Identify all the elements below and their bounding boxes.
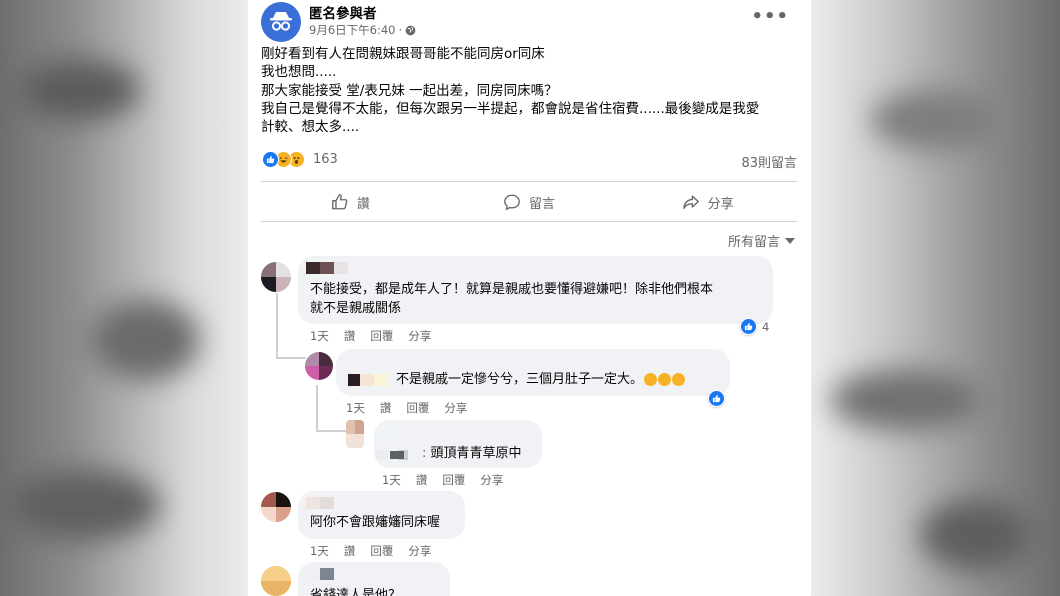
thumbs-up-icon: [331, 194, 348, 210]
comment-bubble: 不能接受，都是成年人了！就算是親戚也要懂得避嫌吧！除非他們根本 就不是親戚關係: [298, 256, 773, 324]
comment-reply-link[interactable]: 回覆: [442, 472, 465, 488]
comment-time[interactable]: 1天: [382, 472, 401, 488]
post-text-line: 那大家能接受 堂/表兄妹 一起出差，同房同床嗎？: [261, 82, 558, 99]
post-text-line: 我自己是覺得不太能，但每次跟另一半提起，都會說是省住宿費......最後變成是我…: [261, 100, 760, 117]
comment-like-count: 4: [762, 319, 770, 334]
comment-like-badge[interactable]: 4: [740, 318, 769, 335]
comment-like-link[interactable]: 讚: [344, 328, 356, 344]
comment-reply-link[interactable]: 回覆: [370, 328, 393, 344]
thread-line: [276, 293, 278, 358]
comment-share-link[interactable]: 分享: [408, 328, 431, 344]
comment-reply-link[interactable]: 回覆: [406, 400, 429, 416]
rolling-laugh-emoji-icon: [658, 373, 672, 386]
redacted-name-block: [390, 451, 404, 459]
comment-like-link[interactable]: 讚: [344, 543, 356, 559]
thread-line: [276, 357, 306, 359]
redacted-name-block: [320, 262, 334, 274]
like-label: 讚: [356, 196, 370, 212]
facebook-post: 匿名參與者 9月6日下午6:40 · ••• 剛好看到有人在問親妹跟哥哥能不能同…: [248, 0, 811, 596]
like-icon: [262, 151, 279, 168]
comment-bubble: 阿你不會跟嬸嬸同床喔: [298, 491, 465, 539]
globe-icon: [405, 25, 416, 35]
comment-like-badge[interactable]: [708, 390, 725, 407]
comment-sort-dropdown[interactable]: 所有留言: [728, 231, 795, 250]
comment-actions: 1天 讚 回覆 分享: [346, 400, 467, 416]
comment-count[interactable]: 83則留言: [741, 152, 797, 171]
caret-down-icon: [785, 237, 795, 244]
comment-time[interactable]: 1天: [310, 543, 329, 559]
comment-share-link[interactable]: 分享: [480, 472, 503, 488]
redacted-name-block: [320, 568, 334, 580]
comment-actions: 1天 讚 回覆 分享: [310, 328, 431, 344]
comment-bubble: 省錢達人是他？: [298, 562, 450, 596]
reactions-summary[interactable]: 163: [262, 151, 338, 168]
redacted-name-block: [360, 374, 374, 386]
comment-like-link[interactable]: 讚: [416, 472, 428, 488]
post-text-line: 剛好看到有人在問親妹跟哥哥能不能同房or同床: [261, 46, 545, 62]
reply-bubble: 不是親戚一定慘兮兮，三個月肚子一定大。: [336, 349, 730, 396]
redacted-name-block: [376, 450, 388, 460]
comment-actions: 1天 讚 回覆 分享: [382, 472, 503, 488]
comment-text: 省錢達人是他？: [310, 588, 402, 596]
like-button[interactable]: 讚: [261, 184, 440, 220]
comment-share-link[interactable]: 分享: [444, 400, 467, 416]
post-action-bar: 讚 留言 分享: [261, 184, 797, 220]
reply-text-row: : 頭頂青青草原中: [422, 446, 522, 461]
rolling-laugh-emoji-icon: [672, 373, 686, 386]
comment-text: 阿你不會跟嬸嬸同床喔: [310, 515, 441, 530]
comment-reply-link[interactable]: 回覆: [370, 543, 393, 559]
share-icon: [682, 195, 699, 209]
blurred-background-left: [0, 0, 248, 596]
commenter-avatar[interactable]: [261, 492, 291, 522]
comment-like-link[interactable]: 讚: [380, 400, 392, 416]
anonymous-avatar-icon[interactable]: [261, 2, 301, 42]
commenter-avatar[interactable]: [346, 420, 364, 448]
like-icon: [740, 318, 757, 335]
redacted-name-block: [306, 568, 320, 580]
comment-share-link[interactable]: 分享: [408, 543, 431, 559]
post-text-line: 計較、想太多....: [261, 119, 360, 136]
reply-text-row: 不是親戚一定慘兮兮，三個月肚子一定大。: [396, 370, 686, 389]
sort-label: 所有留言: [727, 235, 780, 250]
comment-text-line: 就不是親戚關係: [310, 301, 402, 316]
redacted-name-block: [306, 262, 320, 274]
thread-line: [316, 385, 318, 431]
comment-label: 留言: [529, 196, 556, 212]
reaction-count: 163: [313, 152, 338, 167]
post-author-name[interactable]: 匿名參與者: [309, 2, 377, 22]
divider: [261, 181, 797, 182]
redacted-name-block: [348, 374, 360, 386]
comment-icon: [504, 194, 520, 211]
reply-bubble: : 頭頂青青草原中: [374, 420, 542, 468]
redacted-name-block: [378, 426, 398, 438]
comment-time[interactable]: 1天: [346, 400, 365, 416]
post-body: 剛好看到有人在問親妹跟哥哥能不能同房or同床 我也想問..... 那大家能接受 …: [261, 45, 801, 136]
comment-actions: 1天 讚 回覆 分享: [310, 543, 431, 559]
post-text-line: 我也想問.....: [261, 64, 337, 81]
more-options-icon[interactable]: •••: [751, 6, 789, 27]
like-icon: [708, 390, 725, 407]
post-header: 匿名參與者 9月6日下午6:40 ·: [261, 2, 416, 42]
post-timestamp[interactable]: 9月6日下午6:40: [309, 22, 395, 38]
redacted-name-block: [320, 497, 334, 509]
comment-button[interactable]: 留言: [440, 184, 619, 220]
comment-text-line: 不能接受，都是成年人了！就算是親戚也要懂得避嫌吧！除非他們根本: [310, 282, 714, 297]
comment-time[interactable]: 1天: [310, 328, 329, 344]
thread-line: [316, 430, 346, 432]
redacted-name-block: [374, 374, 388, 386]
comment-text: 不是親戚一定慘兮兮，三個月肚子一定大。: [396, 372, 644, 387]
commenter-avatar[interactable]: [261, 262, 291, 292]
share-button[interactable]: 分享: [618, 184, 797, 220]
share-label: 分享: [707, 196, 734, 212]
post-meta: 9月6日下午6:40 ·: [309, 22, 416, 38]
comment-text: 不能接受，都是成年人了！就算是親戚也要懂得避嫌吧！除非他們根本 就不是親戚關係: [310, 280, 713, 318]
blurred-background-right: [811, 0, 1060, 596]
commenter-avatar[interactable]: [261, 566, 291, 596]
divider: [261, 221, 797, 222]
comment-text: 頭頂青青草原中: [430, 446, 522, 461]
redacted-name-block: [306, 497, 320, 509]
rolling-laugh-emoji-icon: [644, 373, 658, 386]
redacted-name-block: [334, 262, 348, 274]
commenter-avatar[interactable]: [305, 352, 333, 380]
